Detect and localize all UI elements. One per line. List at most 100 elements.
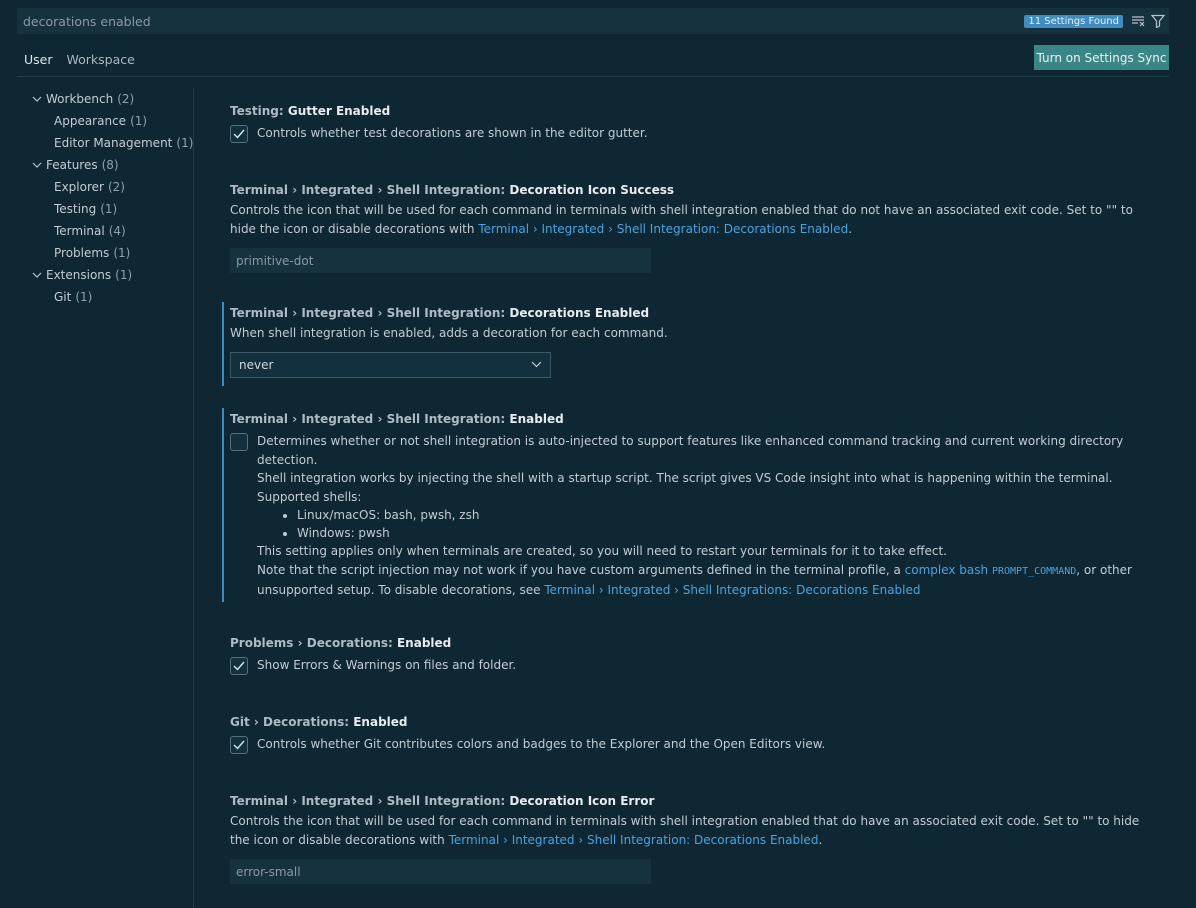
setting-name: Enabled bbox=[353, 715, 408, 729]
setting-category: Terminal › Integrated › Shell Integratio… bbox=[230, 794, 510, 808]
decorations-enabled-link[interactable]: Terminal › Integrated › Shell Integratio… bbox=[478, 222, 848, 236]
toc-item-extensions[interactable]: Extensions (1) bbox=[17, 264, 193, 286]
search-input[interactable]: decorations enabled bbox=[23, 14, 1024, 29]
desc-paragraph: Shell integration works by injecting the… bbox=[257, 471, 1113, 485]
toc-label: Terminal bbox=[54, 224, 105, 238]
setting-title: Testing: Gutter Enabled bbox=[230, 100, 1162, 122]
check-icon bbox=[233, 129, 245, 139]
toc-item-testing[interactable]: Testing (1) bbox=[17, 198, 193, 220]
toc-count: (1) bbox=[115, 268, 133, 282]
toc-count: (1) bbox=[176, 136, 194, 150]
toc-count: (1) bbox=[100, 202, 118, 216]
chevron-down-icon bbox=[30, 92, 44, 106]
desc-paragraph: Supported shells: bbox=[257, 489, 362, 504]
setting-category: Terminal › Integrated › Shell Integratio… bbox=[230, 412, 510, 426]
toc-item-appearance[interactable]: Appearance (1) bbox=[17, 110, 193, 132]
shell-integration-enabled-checkbox[interactable] bbox=[230, 433, 248, 451]
setting-name: Enabled bbox=[509, 412, 564, 426]
setting-description: Controls whether test decorations are sh… bbox=[257, 126, 648, 140]
settings-toc: Workbench (2) Appearance (1) Editor Manage… bbox=[17, 88, 193, 308]
toc-label: Problems bbox=[54, 246, 110, 260]
setting-shell-integration-enabled: Terminal › Integrated › Shell Integratio… bbox=[222, 408, 1162, 602]
tab-user[interactable]: User bbox=[17, 44, 60, 77]
select-value: never bbox=[239, 357, 274, 372]
setting-description: Controls whether Git contributes colors … bbox=[257, 737, 826, 751]
decorations-enabled-link[interactable]: Terminal › Integrated › Shell Integratio… bbox=[449, 833, 819, 847]
testing-gutter-enabled-checkbox[interactable] bbox=[230, 125, 248, 143]
toc-label: Extensions bbox=[46, 268, 112, 282]
toc-label: Features bbox=[46, 158, 98, 172]
desc-paragraph: This setting applies only when terminals… bbox=[257, 544, 947, 558]
toc-label: Explorer bbox=[54, 180, 104, 194]
supported-shells-list: Linux/macOS: bash, pwsh, zsh Windows: pw… bbox=[297, 506, 1162, 542]
desc-text: Note that the script injection may not w… bbox=[257, 562, 905, 577]
toc-item-editor-management[interactable]: Editor Management (1) bbox=[17, 132, 193, 154]
settings-search-bar[interactable]: decorations enabled 11 Settings Found bbox=[17, 8, 1169, 34]
toc-label: Appearance bbox=[54, 114, 127, 128]
problems-decorations-enabled-checkbox[interactable] bbox=[230, 657, 248, 675]
toc-count: (1) bbox=[130, 114, 148, 128]
decorations-enabled-link[interactable]: Terminal › Integrated › Shell Integratio… bbox=[544, 583, 920, 597]
toc-label: Git bbox=[54, 290, 72, 304]
setting-decorations-enabled: Terminal › Integrated › Shell Integratio… bbox=[222, 302, 1162, 386]
setting-name: Gutter Enabled bbox=[287, 104, 391, 118]
toc-item-workbench[interactable]: Workbench (2) bbox=[17, 88, 193, 110]
setting-problems-decorations-enabled: Problems › Decorations: Enabled Show Err… bbox=[222, 632, 1162, 675]
setting-name: Decoration Icon Error bbox=[509, 794, 655, 808]
list-item: Linux/macOS: bash, pwsh, zsh bbox=[297, 506, 1162, 524]
check-icon bbox=[233, 661, 245, 671]
setting-category: Testing: bbox=[230, 104, 288, 118]
toc-label: Editor Management bbox=[54, 136, 173, 150]
toc-item-features[interactable]: Features (8) bbox=[17, 154, 193, 176]
setting-category: Terminal › Integrated › Shell Integratio… bbox=[230, 183, 510, 197]
desc-text: Controls the icon that will be used for … bbox=[230, 203, 1107, 217]
toc-item-problems[interactable]: Problems (1) bbox=[17, 242, 193, 264]
toc-item-explorer[interactable]: Explorer (2) bbox=[17, 176, 193, 198]
list-item: Windows: pwsh bbox=[297, 524, 1162, 542]
git-decorations-enabled-checkbox[interactable] bbox=[230, 736, 248, 754]
setting-description: Controls the icon that will be used for … bbox=[230, 812, 1162, 849]
desc-paragraph: Determines whether or not shell integrat… bbox=[257, 434, 1124, 467]
complex-bash-link[interactable]: complex bash bbox=[905, 563, 989, 577]
decoration-icon-success-input[interactable]: primitive-dot bbox=[230, 248, 651, 273]
desc-text: . bbox=[848, 221, 853, 236]
setting-description: Controls the icon that will be used for … bbox=[230, 201, 1162, 238]
toc-divider bbox=[193, 88, 194, 908]
tab-workspace[interactable]: Workspace bbox=[60, 44, 142, 77]
filter-icon[interactable] bbox=[1149, 12, 1167, 30]
prompt-command-link[interactable]: PROMPT_COMMAND bbox=[992, 566, 1076, 577]
setting-description: Determines whether or not shell integrat… bbox=[257, 432, 1162, 602]
setting-category: Git › Decorations: bbox=[230, 715, 354, 729]
setting-category: Terminal › Integrated › Shell Integratio… bbox=[230, 306, 510, 320]
toc-count: (2) bbox=[117, 92, 135, 106]
toc-count: (8) bbox=[101, 158, 119, 172]
desc-quote: "" bbox=[1082, 814, 1094, 828]
toc-count: (1) bbox=[75, 290, 93, 304]
toc-label: Testing bbox=[54, 202, 97, 216]
chevron-down-icon bbox=[30, 158, 44, 172]
decoration-icon-error-input[interactable]: error-small bbox=[230, 859, 651, 884]
setting-title: Git › Decorations: Enabled bbox=[230, 711, 1162, 733]
toc-label: Workbench bbox=[46, 92, 114, 106]
setting-name: Enabled bbox=[396, 636, 452, 650]
toc-item-git[interactable]: Git (1) bbox=[17, 286, 193, 308]
setting-decoration-icon-error: Terminal › Integrated › Shell Integratio… bbox=[222, 790, 1162, 884]
setting-title: Terminal › Integrated › Shell Integratio… bbox=[230, 302, 1162, 324]
clear-filter-icon[interactable] bbox=[1129, 12, 1147, 30]
setting-description: Show Errors & Warnings on files and fold… bbox=[257, 658, 517, 672]
desc-quote: "" bbox=[1106, 203, 1118, 217]
toc-item-terminal[interactable]: Terminal (4) bbox=[17, 220, 193, 242]
setting-name: Decoration Icon Success bbox=[509, 183, 675, 197]
decorations-enabled-select[interactable]: never bbox=[230, 351, 551, 378]
desc-text: . bbox=[818, 832, 823, 847]
results-count-badge: 11 Settings Found bbox=[1024, 14, 1123, 28]
toc-count: (4) bbox=[108, 224, 126, 238]
turn-on-settings-sync-button[interactable]: Turn on Settings Sync bbox=[1034, 45, 1169, 70]
setting-title: Problems › Decorations: Enabled bbox=[230, 632, 1162, 654]
desc-text: Controls the icon that will be used for … bbox=[230, 814, 1083, 828]
desc-paragraph: Note that the script injection may not w… bbox=[257, 561, 1162, 600]
setting-git-decorations-enabled: Git › Decorations: Enabled Controls whet… bbox=[222, 711, 1162, 754]
setting-title: Terminal › Integrated › Shell Integratio… bbox=[230, 790, 1162, 812]
setting-title: Terminal › Integrated › Shell Integratio… bbox=[230, 408, 1162, 430]
chevron-down-icon bbox=[531, 361, 542, 368]
